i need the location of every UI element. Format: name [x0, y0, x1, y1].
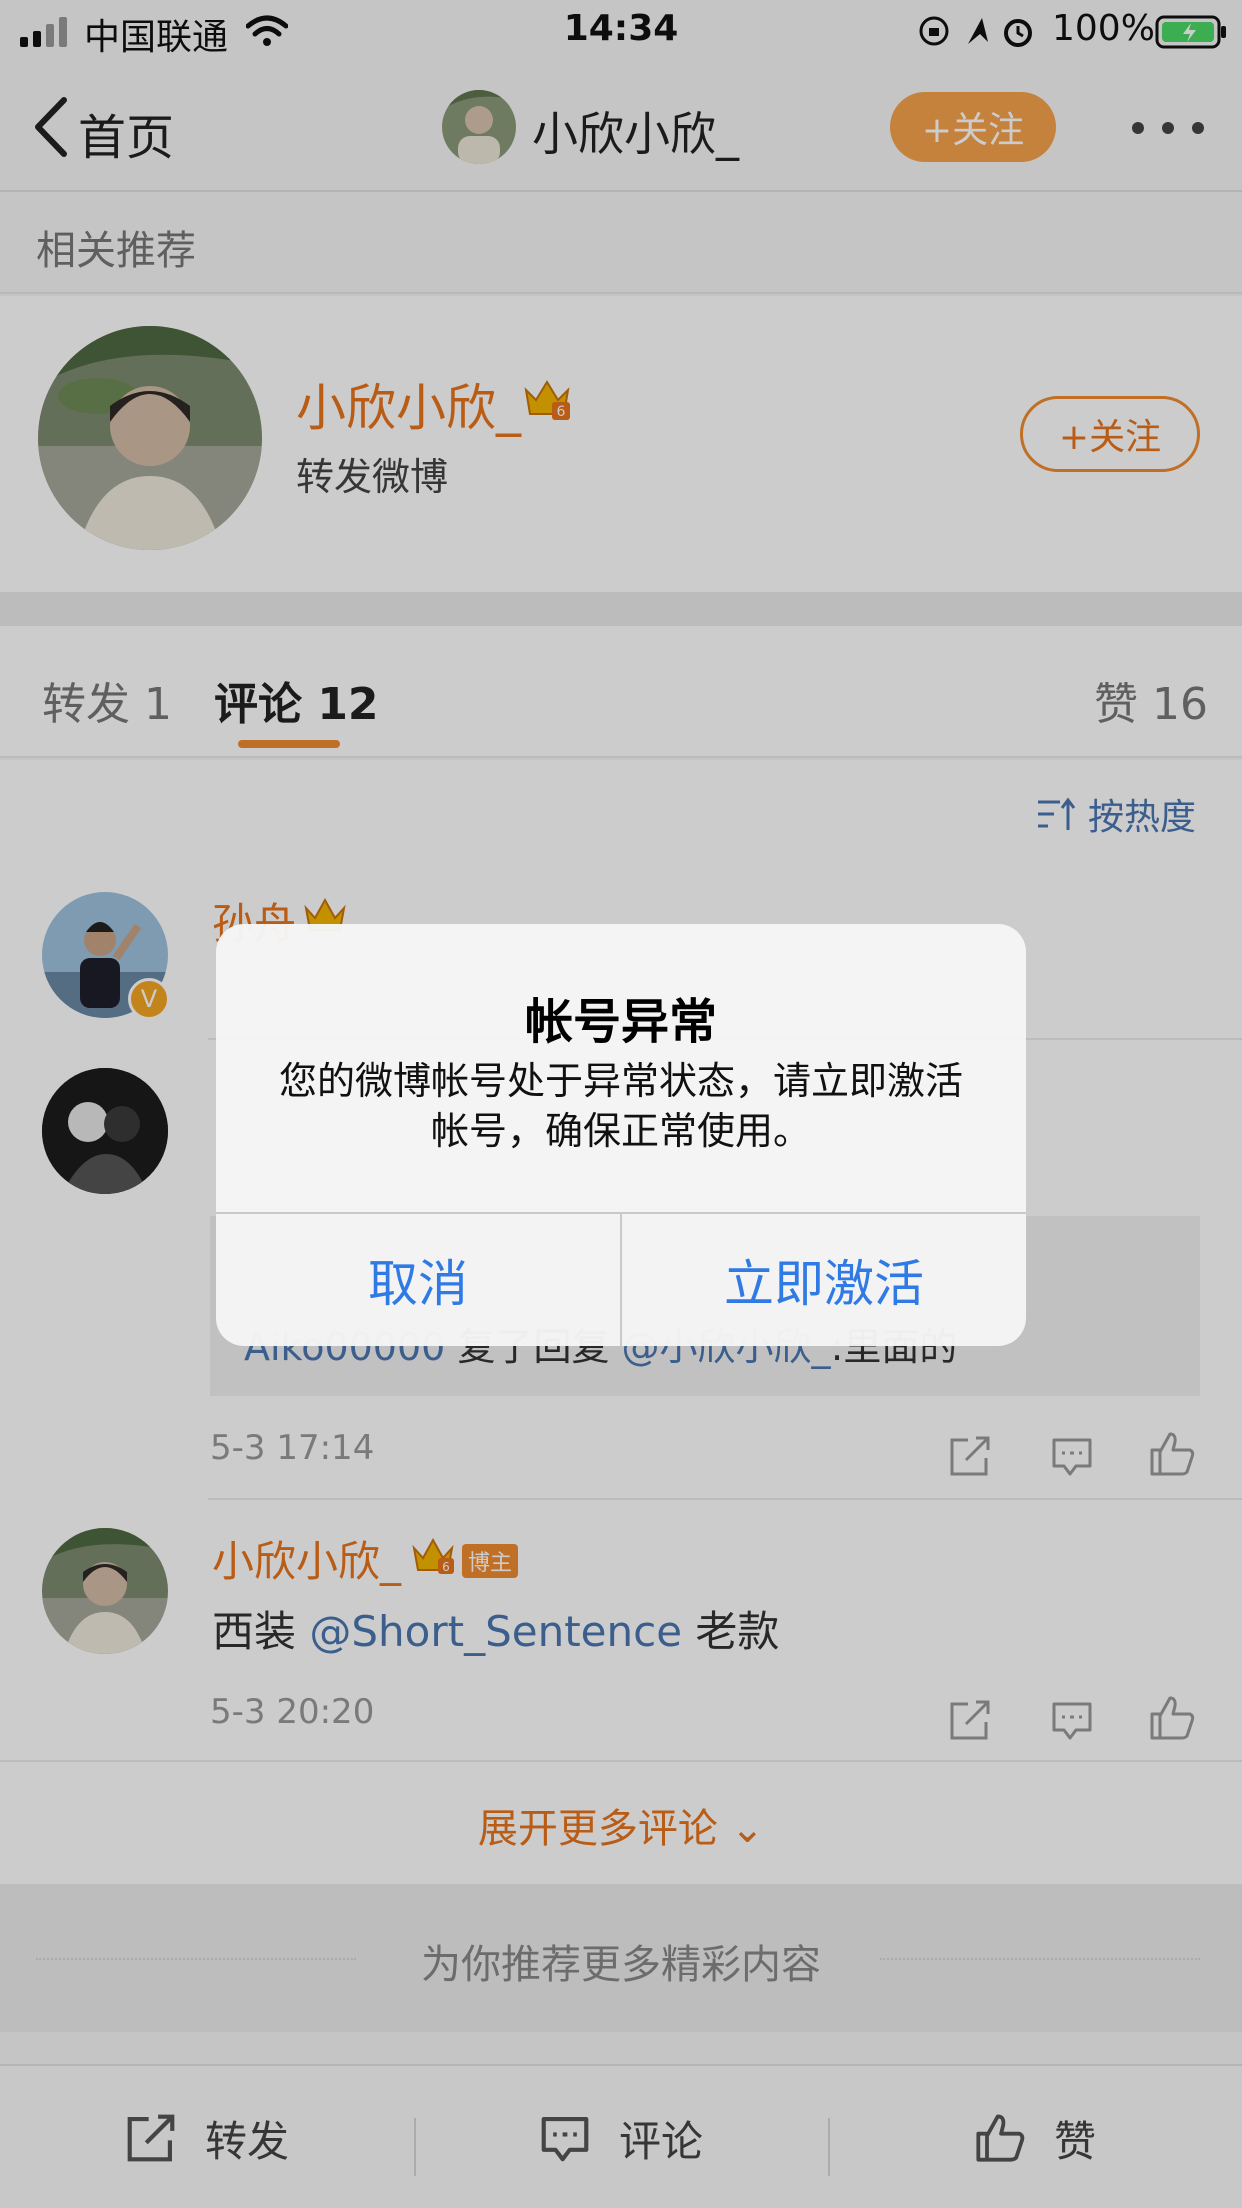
activate-account-button[interactable]: 立即激活	[622, 1214, 1026, 1346]
account-alert-dialog: 帐号异常 您的微博帐号处于异常状态，请立即激活帐号，确保正常使用。 取消 立即激…	[216, 924, 1026, 1346]
dialog-message: 您的微博帐号处于异常状态，请立即激活帐号，确保正常使用。	[278, 1059, 963, 1153]
cancel-button[interactable]: 取消	[216, 1214, 620, 1346]
dialog-title: 帐号异常	[524, 994, 717, 1050]
